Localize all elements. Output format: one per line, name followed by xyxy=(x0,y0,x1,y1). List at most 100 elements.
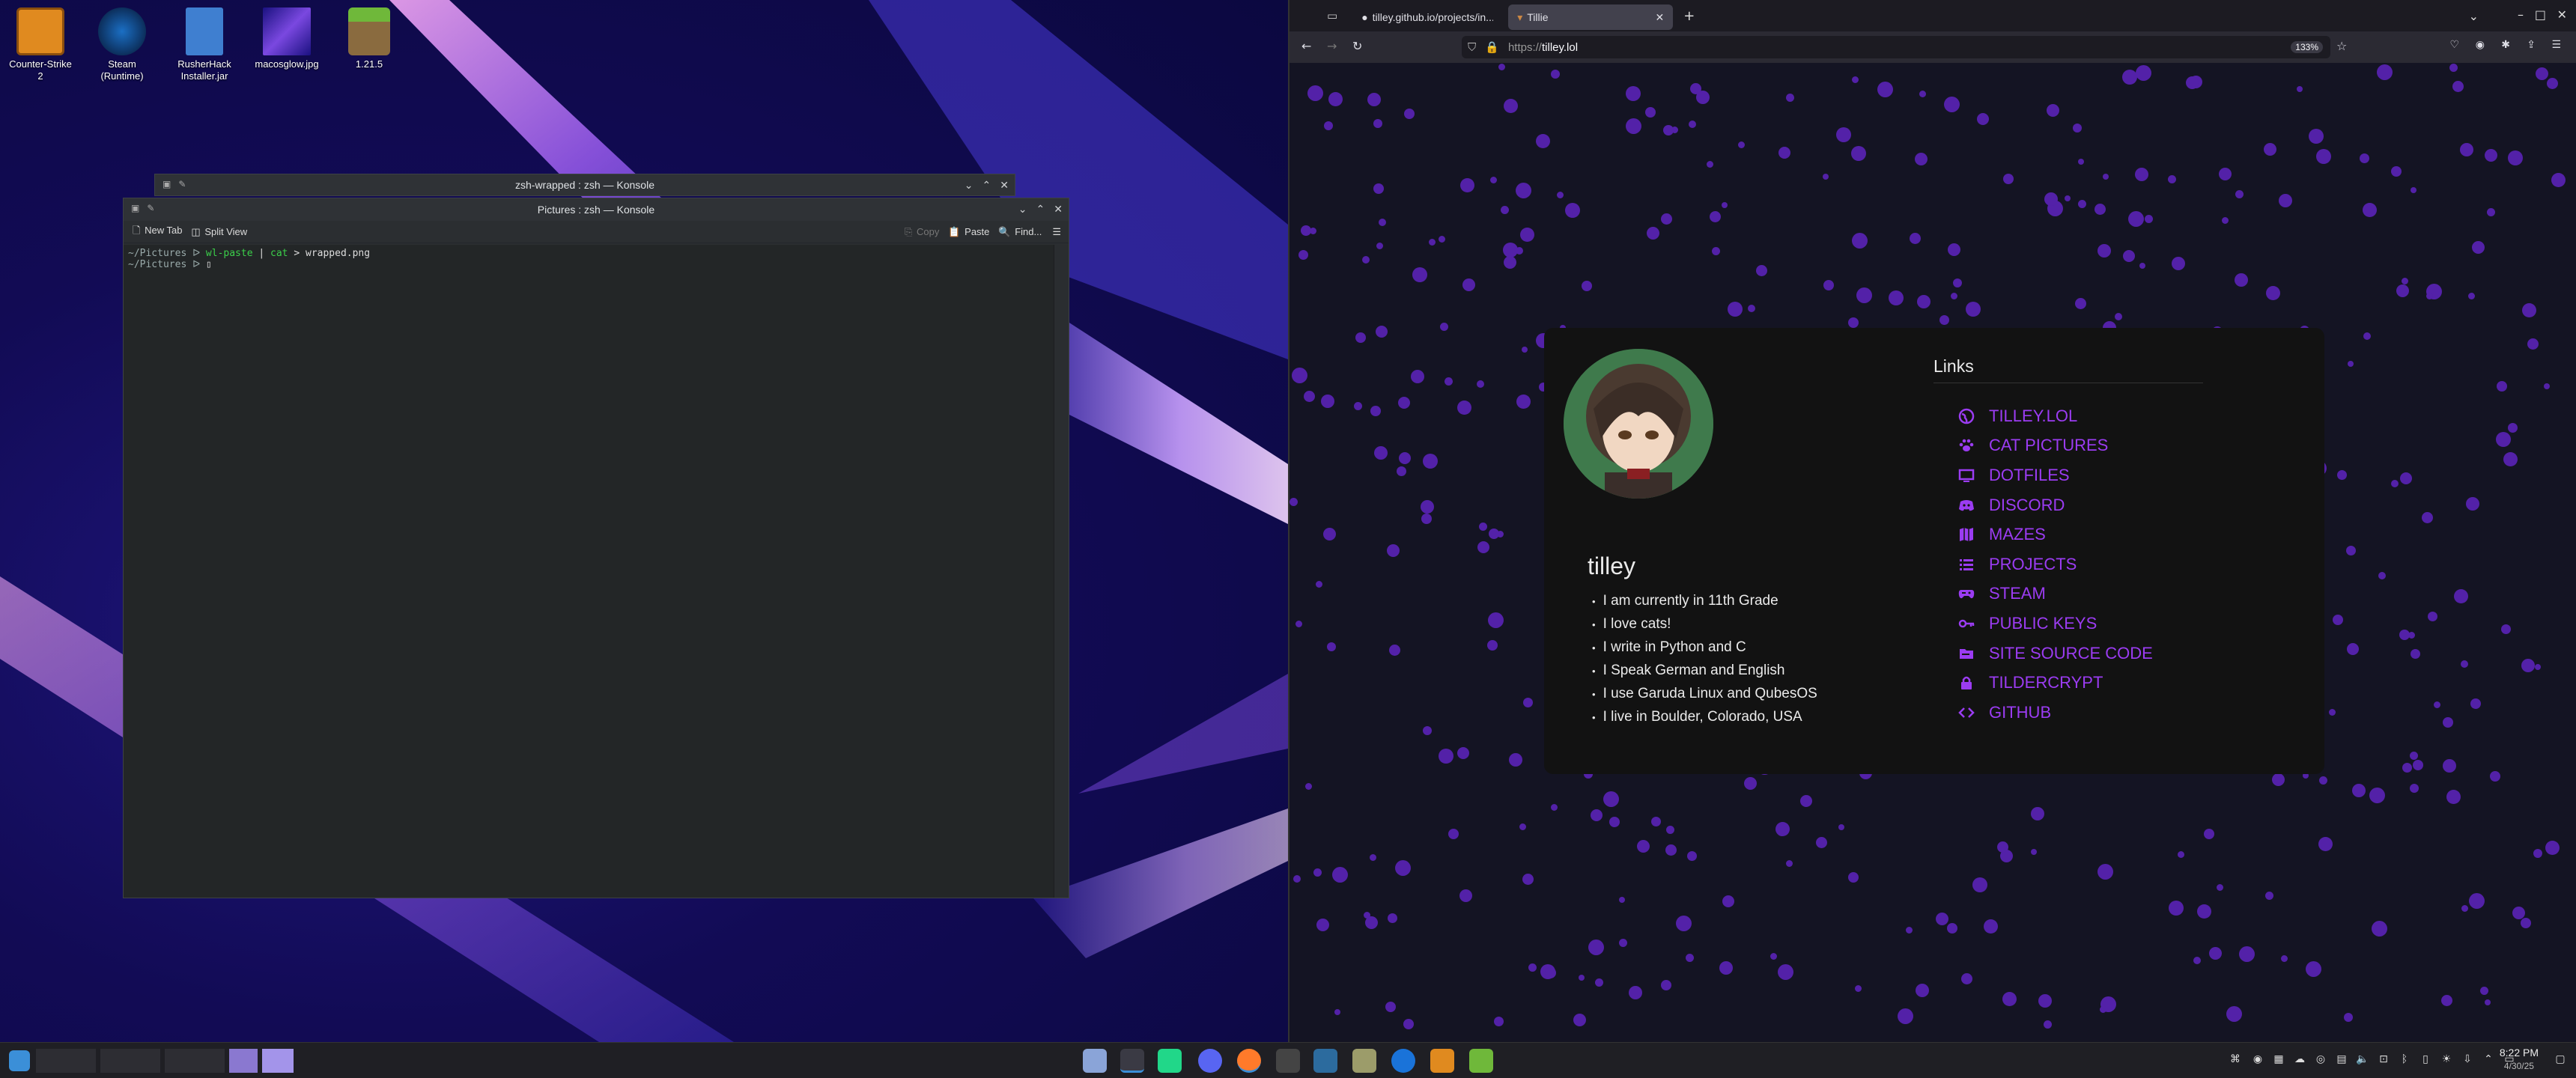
close-icon[interactable]: ✕ xyxy=(1000,179,1009,192)
paw-icon xyxy=(1957,436,1975,454)
konsole-taskbar-icon[interactable] xyxy=(1120,1049,1144,1073)
particle xyxy=(1915,153,1928,165)
file-manager-icon[interactable] xyxy=(1083,1049,1107,1073)
lock-icon[interactable]: 🔒 xyxy=(1485,40,1499,54)
pin-icon[interactable]: ✎ xyxy=(178,179,186,189)
link-public-keys[interactable]: PUBLIC KEYS xyxy=(1957,609,2153,639)
link-cat-pictures[interactable]: CAT PICTURES xyxy=(1957,431,2153,461)
konsole-back-titlebar[interactable]: ▣ ✎ zsh-wrapped : zsh — Konsole ⌄ ⌃ ✕ xyxy=(155,174,1015,195)
network-tray-icon[interactable]: ⊡ xyxy=(2377,1053,2390,1067)
minimize-icon[interactable]: ⌄ xyxy=(965,179,973,192)
qr-tray-icon[interactable]: ▦ xyxy=(2272,1053,2285,1067)
app-menu-icon[interactable]: ☰ xyxy=(2551,39,2561,51)
hamburger-menu-icon[interactable]: ☰ xyxy=(1052,226,1061,238)
kdevelop-icon[interactable] xyxy=(1313,1049,1337,1073)
pin-icon[interactable]: ✎ xyxy=(147,203,154,213)
reload-icon[interactable]: ↻ xyxy=(1352,39,1362,53)
terminal-area[interactable]: ~/Pictures ᐅ wl-paste | cat > wrapped.pn… xyxy=(124,245,1054,898)
zoom-badge[interactable]: 133% xyxy=(2291,41,2323,53)
minecraft-taskbar-icon[interactable] xyxy=(1469,1049,1493,1073)
minimize-icon[interactable]: ⌄ xyxy=(1018,203,1027,216)
link-label: SITE SOURCE CODE xyxy=(1989,643,2153,663)
tab-overview-icon[interactable]: ▭ xyxy=(1327,9,1337,22)
counter-strike-taskbar-icon[interactable] xyxy=(1430,1049,1454,1073)
paste-button[interactable]: 📋 Paste xyxy=(948,226,989,238)
pycharm-icon[interactable] xyxy=(1158,1049,1182,1073)
new-tab-button[interactable]: 🗋 New Tab xyxy=(133,224,182,240)
link-tilley-lol[interactable]: TILLEY.LOL xyxy=(1957,401,2153,431)
konsole-front-titlebar[interactable]: ▣ ✎ Pictures : zsh — Konsole ⌄ ⌃ ✕ xyxy=(124,198,1069,221)
updates-tray-icon[interactable]: ⇩ xyxy=(2461,1053,2474,1067)
expand-tray-icon[interactable]: ⌃ xyxy=(2482,1053,2495,1067)
minimize-icon[interactable]: – xyxy=(2518,7,2524,22)
link-tildercrypt[interactable]: TILDERCRYPT xyxy=(1957,668,2153,698)
steam-tray-icon[interactable]: ◎ xyxy=(2314,1053,2327,1067)
particle xyxy=(2547,78,2558,89)
forward-icon[interactable]: → xyxy=(1327,39,1337,53)
app-launcher-icon[interactable] xyxy=(9,1050,30,1071)
maximize-icon[interactable]: ⌃ xyxy=(1036,203,1045,216)
steam-taskbar-icon[interactable] xyxy=(1391,1049,1415,1073)
tab-github[interactable]: ● tilley.github.io/projects/in... xyxy=(1352,4,1502,30)
tab-tillie[interactable]: ▾ Tillie ✕ xyxy=(1508,4,1674,30)
extensions-icon[interactable]: ✱ xyxy=(2501,39,2510,51)
virtual-desktop-1[interactable] xyxy=(36,1049,96,1073)
firefox-taskbar-icon[interactable] xyxy=(1237,1049,1261,1073)
particle xyxy=(2410,784,2419,793)
tab-close-icon[interactable]: ✕ xyxy=(1655,11,1664,24)
share-icon[interactable]: ⇪ xyxy=(2527,39,2536,51)
package-icon[interactable] xyxy=(1352,1049,1376,1073)
list-tabs-icon[interactable]: ⌄ xyxy=(2469,9,2479,23)
terminal-taskbar-icon[interactable] xyxy=(1276,1049,1300,1073)
konsole-window-back[interactable]: ▣ ✎ zsh-wrapped : zsh — Konsole ⌄ ⌃ ✕ xyxy=(154,174,1015,196)
clipboard-tray-icon[interactable]: ▤ xyxy=(2335,1053,2348,1067)
desktop-icon-minecraft[interactable]: 1.21.5 xyxy=(332,7,407,70)
virtual-desktop-4[interactable] xyxy=(229,1049,258,1073)
bookmark-star-icon[interactable]: ☆ xyxy=(2336,39,2347,53)
virtual-desktop-2[interactable] xyxy=(100,1049,160,1073)
terminal-scrollbar[interactable] xyxy=(1054,245,1069,898)
link-github[interactable]: GITHUB xyxy=(1957,698,2153,728)
volume-tray-icon[interactable]: 🔈 xyxy=(2356,1053,2369,1067)
cloud-tray-icon[interactable]: ☁ xyxy=(2293,1053,2306,1067)
clock[interactable]: 8:22 PM 4/30/25 xyxy=(2500,1046,2539,1073)
wifi-tray-icon[interactable]: ⌘ xyxy=(2229,1053,2242,1067)
new-tab-icon[interactable]: + xyxy=(1683,8,1695,24)
virtual-desktop-3[interactable] xyxy=(165,1049,225,1073)
copy-button[interactable]: ⎘ Copy xyxy=(905,226,939,238)
close-icon[interactable]: ✕ xyxy=(2557,7,2567,22)
konsole-window-front[interactable]: ▣ ✎ Pictures : zsh — Konsole ⌄ ⌃ ✕ 🗋 New Ta… xyxy=(123,198,1069,898)
bluetooth-tray-icon[interactable]: ᛒ xyxy=(2398,1053,2411,1067)
jar-file-icon xyxy=(186,7,223,55)
desktop-icon-counter-strike[interactable]: Counter-Strike 2 xyxy=(3,7,78,82)
desktop-icon-macosglow[interactable]: macosglow.jpg xyxy=(249,7,324,70)
link-dotfiles[interactable]: DOTFILES xyxy=(1957,460,2153,490)
account-icon[interactable]: ◉ xyxy=(2476,39,2485,51)
link-steam[interactable]: STEAM xyxy=(1957,579,2153,609)
battery-tray-icon[interactable]: ▯ xyxy=(2419,1053,2432,1067)
url-bar[interactable]: ⛉ 🔒 https://tilley.lol 133% xyxy=(1462,36,2330,58)
discord-tray-icon[interactable]: ◉ xyxy=(2251,1053,2264,1067)
link-projects[interactable]: PROJECTS xyxy=(1957,549,2153,579)
virtual-desktop-5[interactable] xyxy=(262,1049,294,1073)
link-site-source-code[interactable]: SITE SOURCE CODE xyxy=(1957,639,2153,669)
pocket-icon[interactable]: ♡ xyxy=(2449,39,2459,51)
desktop-icon-rusherhack[interactable]: RusherHack Installer.jar xyxy=(167,7,242,82)
link-discord[interactable]: DISCORD xyxy=(1957,490,2153,520)
show-desktop-icon[interactable]: ▢ xyxy=(2554,1053,2567,1067)
back-icon[interactable]: ← xyxy=(1301,39,1311,53)
link-mazes[interactable]: MAZES xyxy=(1957,520,2153,549)
find-button[interactable]: 🔍 Find... xyxy=(998,226,1042,238)
brightness-tray-icon[interactable]: ☀ xyxy=(2440,1053,2453,1067)
copy-label: Copy xyxy=(916,225,940,237)
split-view-button[interactable]: ◫ Split View xyxy=(191,226,247,238)
close-icon[interactable]: ✕ xyxy=(1054,203,1063,216)
shield-icon[interactable]: ⛉ xyxy=(1468,41,1476,54)
app-menu-icon[interactable]: ▣ xyxy=(131,203,139,213)
desktop-icon-steam[interactable]: Steam (Runtime) xyxy=(85,7,160,82)
maximize-icon[interactable]: □ xyxy=(2535,7,2546,22)
discord-taskbar-icon[interactable] xyxy=(1198,1049,1222,1073)
browser-window[interactable]: ▭ ● tilley.github.io/projects/in... ▾ Ti… xyxy=(1288,0,2576,1042)
app-menu-icon[interactable]: ▣ xyxy=(162,179,171,189)
maximize-icon[interactable]: ⌃ xyxy=(982,179,991,192)
